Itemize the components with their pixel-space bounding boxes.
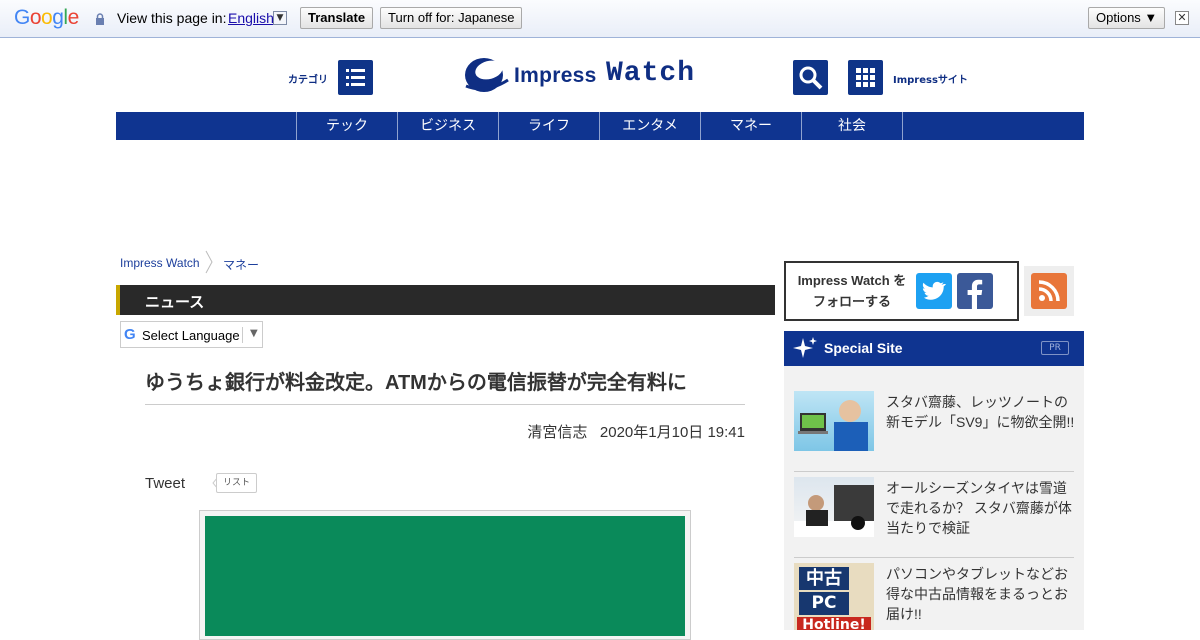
section-accent [116,285,120,315]
lock-icon [96,13,104,25]
article-image[interactable] [205,516,685,636]
nav-divider [902,112,903,140]
twitter-button[interactable] [916,273,952,309]
nav-item-life[interactable]: ライフ [498,112,599,140]
google-logo: Google [14,6,79,29]
article-author: 清宮信志 [527,424,588,441]
language-select-label: Select Language [142,328,240,343]
turn-off-button[interactable]: Turn off for: Japanese [380,7,523,29]
category-menu-button[interactable] [338,60,373,95]
main-nav: テック ビジネス ライフ エンタメ マネー 社会 [116,112,1084,140]
translate-bar: Google View this page in: English ▼ Tran… [0,0,1200,38]
sites-grid-button[interactable] [848,60,883,95]
nav-item-money[interactable]: マネー [700,112,801,140]
follow-text: Impress Watch を フォローする [790,270,914,312]
follow-line1: Impress Watch を [797,273,907,288]
special-item-3-text[interactable]: パソコンやタブレットなどお得な中古品情報をまるっとお届け!! [886,564,1076,624]
breadcrumb-money[interactable]: マネー [223,256,259,273]
language-dropdown-icon[interactable]: ▼ [273,11,287,25]
tweet-button[interactable]: Tweet [145,475,185,492]
options-button[interactable]: Options ▼ [1088,7,1166,29]
section-bar [116,285,775,315]
special-item-2-text[interactable]: オールシーズンタイヤは雪道で走れるか？ スタバ齋藤が体当たりで検証 [886,478,1076,538]
nav-item-society[interactable]: 社会 [801,112,902,140]
breadcrumb-chevron-icon [205,250,213,274]
car-snow-image [794,485,874,537]
thumbnail-2[interactable] [794,477,874,537]
list-icon [346,69,365,86]
google-g-icon: G [124,326,136,343]
person-laptop-image [798,400,868,451]
follow-line2: フォローする [812,294,891,309]
thumbnail-3-line1: 中古 [799,567,849,590]
grid-icon [856,68,875,87]
list-badge[interactable]: リスト [216,473,257,493]
language-select[interactable]: G Select Language ▼ [120,321,263,348]
logo-word-watch[interactable]: Watch [606,58,695,89]
close-icon[interactable]: ✕ [1175,11,1189,25]
special-item-1-text[interactable]: スタバ齋藤、レッツノートの新モデル「SV9」に物欲全開!! [886,392,1076,432]
facebook-icon [967,279,983,309]
article-title: ゆうちょ銀行が料金改定。ATMからの電信振替が完全有料に [145,372,687,394]
sparkle-icon [793,337,817,358]
impress-sites-label[interactable]: Impressサイト [893,71,968,86]
nav-item-business[interactable]: ビジネス [397,112,498,140]
title-divider [145,404,745,405]
twitter-icon [922,281,946,300]
breadcrumb-home[interactable]: Impress Watch [120,256,200,270]
language-select-divider [242,327,243,343]
thumbnail-3-line3: Hotline! [797,617,871,630]
logo-word-impress[interactable]: Impress [514,64,597,88]
nav-item-tech[interactable]: テック [296,112,397,140]
category-label[interactable]: カテゴリ [288,71,328,86]
language-link[interactable]: English [228,10,274,26]
article-datetime: 2020年1月10日 19:41 [599,424,745,441]
thumbnail-3[interactable]: 中古 PC Hotline! [794,563,874,630]
nav-item-entame[interactable]: エンタメ [599,112,700,140]
thumbnail-3-line2: PC [799,592,849,615]
search-icon [799,66,823,90]
article-byline: 清宮信志 2020年1月10日 19:41 [445,421,745,442]
section-title: ニュース [145,293,205,311]
pr-badge: PR [1041,341,1069,355]
search-button[interactable] [793,60,828,95]
facebook-button[interactable] [957,273,993,309]
rss-icon [1038,280,1060,302]
translate-prompt: View this page in: [117,10,227,26]
item-divider [794,557,1074,558]
translate-button[interactable]: Translate [300,7,374,29]
thumbnail-1[interactable] [794,391,874,451]
rss-button[interactable] [1031,273,1067,309]
special-site-title: Special Site [824,340,903,356]
chevron-down-icon: ▼ [250,328,258,339]
impress-logo-icon[interactable] [462,56,510,94]
item-divider [794,471,1074,472]
